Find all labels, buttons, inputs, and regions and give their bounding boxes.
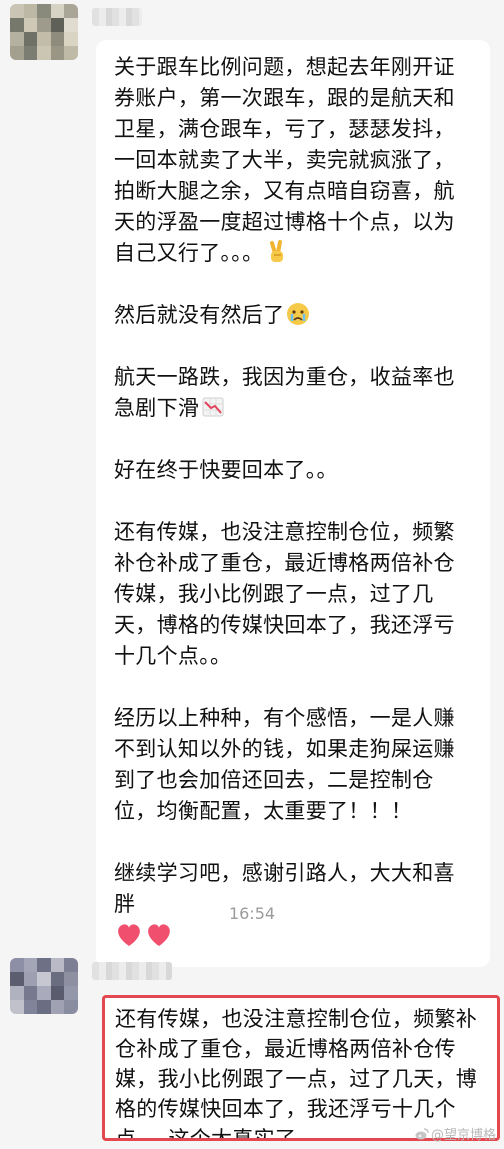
message-text: 还有传媒，也没注意控制仓位，频繁补仓补成了重仓，最近博格两倍补仓传媒，我小比例跟… (115, 1007, 478, 1141)
message-paragraph: 还有传媒，也没注意控制仓位，频繁补仓补成了重仓，最近博格两倍补仓传媒，我小比例跟… (114, 520, 455, 668)
avatar[interactable] (10, 4, 78, 60)
message-paragraph: 经历以上种种，有个感悟，一是人赚不到认知以外的钱，如果走狗屎运赚到了也会加倍还回… (114, 706, 455, 823)
two-red-hearts-emoji (118, 924, 170, 946)
crying-face-emoji (287, 303, 310, 325)
highlighted-message-bubble[interactable]: 还有传媒，也没注意控制仓位，频繁补仓补成了重仓，最近博格两倍补仓传媒，我小比例跟… (102, 995, 500, 1141)
chart-decreasing-emoji (202, 397, 224, 417)
message-paragraph: 然后就没有然后了 (114, 300, 472, 331)
sender-name-blurred (92, 962, 172, 980)
message-bubble[interactable]: 关于跟车比例问题，想起去年刚开证券账户，第一次跟车，跟的是航天和卫星，满仓跟车，… (96, 40, 490, 967)
timestamp: 16:54 (228, 904, 276, 923)
sender-name-blurred (92, 8, 142, 26)
message-paragraph: 关于跟车比例问题，想起去年刚开证券账户，第一次跟车，跟的是航天和卫星，满仓跟车，… (114, 55, 455, 265)
weibo-logo-icon (415, 1128, 429, 1140)
message-paragraph: 航天一路跌，我因为重仓，收益率也急剧下滑 (114, 365, 455, 420)
message-paragraph: 好在终于快要回本了。。 (114, 458, 338, 482)
watermark: @望京博格 (415, 1124, 496, 1143)
avatar[interactable] (10, 958, 78, 1014)
victory-hand-emoji (270, 240, 284, 262)
